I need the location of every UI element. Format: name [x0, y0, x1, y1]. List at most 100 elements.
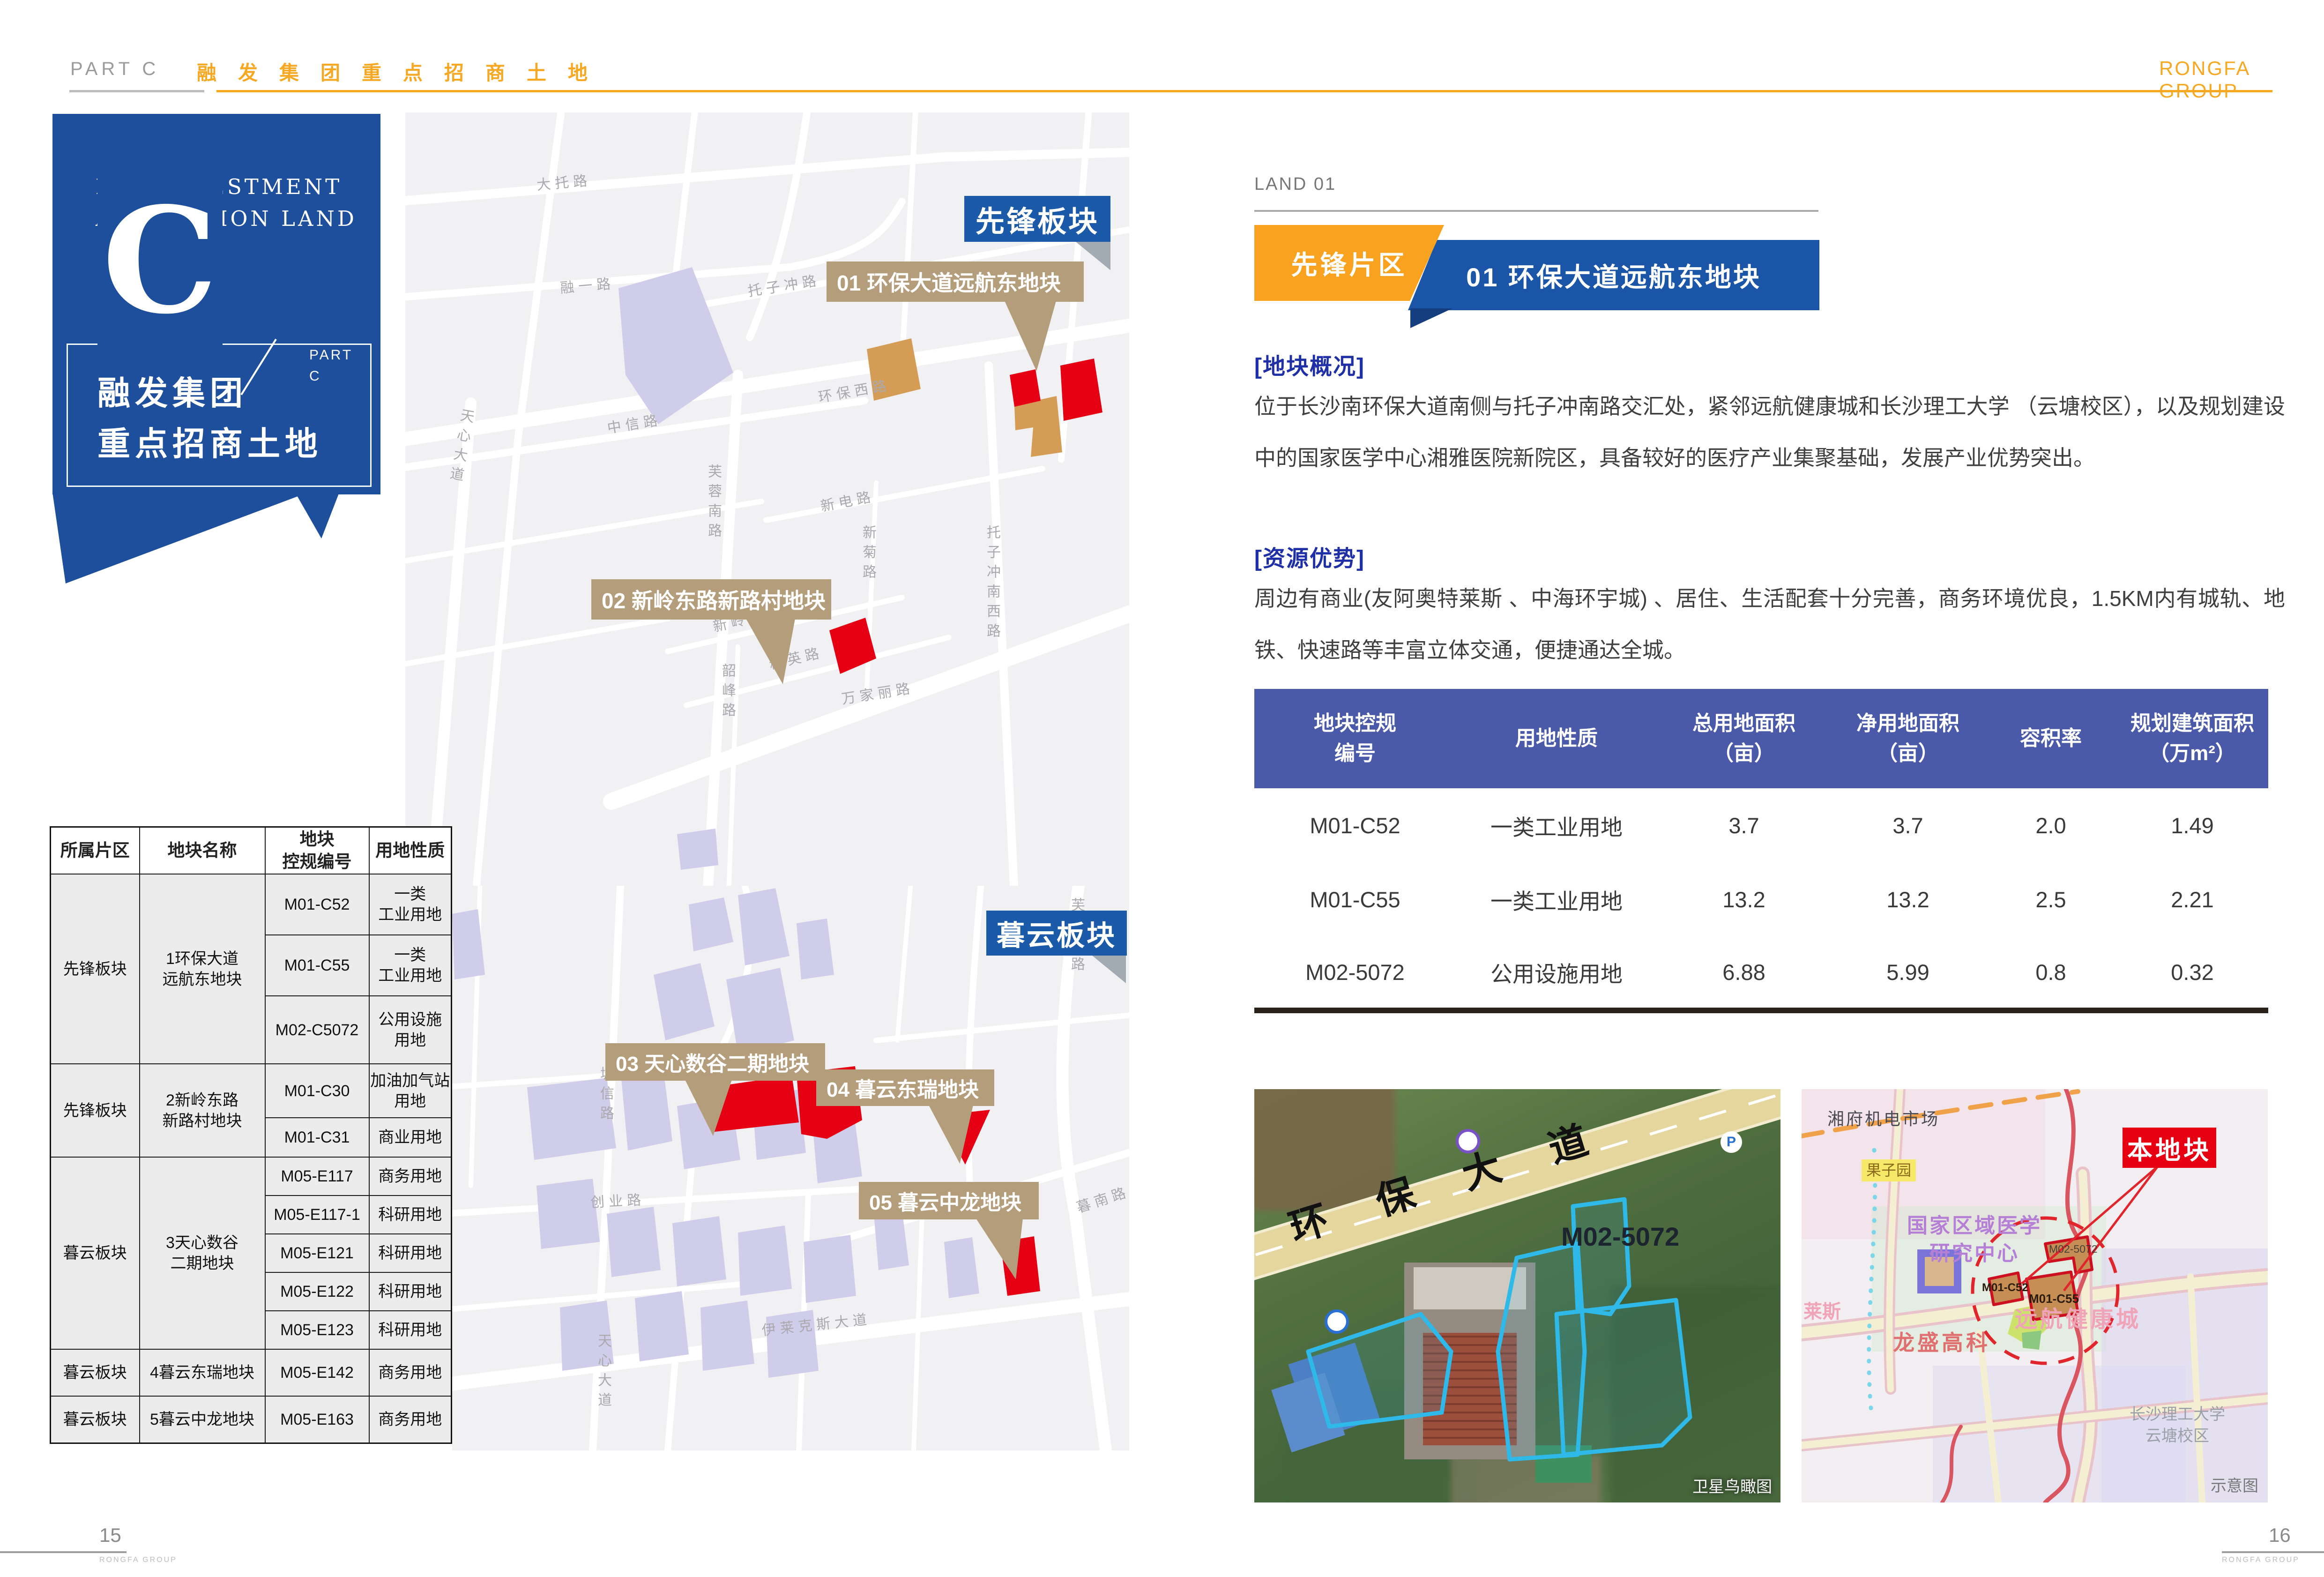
callout-label: 04 暮云东瑞地块 — [827, 1073, 979, 1103]
map-pin-icon — [1325, 1309, 1349, 1334]
table-cell: 2.0 — [1985, 788, 2116, 862]
table-cell: M01-C55 — [265, 935, 369, 996]
satellite-image-panel: 环 保 大 道 M02-5072 P 卫星鸟瞰图 — [1254, 1089, 1780, 1502]
table-cell: 2.5 — [1985, 862, 2116, 936]
table-cell: 公用设施用地 — [1456, 936, 1657, 1010]
schematic-label-medical-center: 国家区域医学 研究中心 — [1907, 1212, 2042, 1268]
table-cell: M02-5072 — [1254, 936, 1456, 1010]
schematic-label-longsheng: 龙盛高科 — [1893, 1328, 1990, 1357]
schematic-label-yuanhang: 远航健康城 — [2015, 1305, 2141, 1335]
table-cell: 5.99 — [1831, 936, 1985, 1010]
region-tag-label: 暮云板块 — [997, 913, 1117, 954]
schematic-label-university: 长沙理工大学 云塘校区 — [2130, 1404, 2225, 1447]
street-label: 创业路 — [590, 1188, 646, 1211]
table-cell: M05-E117 — [265, 1157, 369, 1196]
table-cell: 0.8 — [1985, 936, 2116, 1010]
resource-paragraph: 周边有商业(友阿奥特莱斯 、中海环宇城) 、居住、生活配套十分完善，商务环境优良… — [1254, 573, 2285, 676]
footer-brand-right: RONGFA GROUP — [2222, 1556, 2300, 1564]
cover-part-small: PART C — [309, 344, 353, 387]
table-cell: 科研用地 — [369, 1272, 452, 1311]
table-row: M02-5072 公用设施用地 6.88 5.99 0.8 0.32 — [1254, 936, 2268, 1010]
zone-tag-banner: 先锋片区 — [1254, 225, 1444, 301]
table-cell: 科研用地 — [369, 1196, 452, 1234]
table-cell: 0.32 — [2116, 936, 2268, 1010]
street-label: 韶峰路 — [717, 663, 737, 722]
table-cell: M05-E121 — [265, 1234, 369, 1272]
callout-plot-02: 02 新岭东路新路村地块 — [591, 579, 831, 620]
table-cell: 2新岭东路 新路村地块 — [140, 1064, 265, 1157]
header-part-label: PART C — [70, 59, 159, 80]
col-header: 用地性质 — [1456, 689, 1657, 788]
table-cell: 公用设施 用地 — [369, 996, 452, 1064]
table-row: 暮云板块 4暮云东瑞地块 M05-E142 商务用地 — [51, 1349, 452, 1396]
table-cell: 科研用地 — [369, 1311, 452, 1349]
table-cell: 1环保大道 远航东地块 — [140, 874, 265, 1064]
table-cell: 13.2 — [1657, 862, 1831, 936]
table-row: M01-C52 一类工业用地 3.7 3.7 2.0 1.49 — [1254, 788, 2268, 862]
table-cell: 6.88 — [1657, 936, 1831, 1010]
cover-title-line1: 融发集团 — [97, 367, 247, 414]
table-cell: M01-C52 — [265, 874, 369, 935]
table-cell: 5暮云中龙地块 — [140, 1396, 265, 1443]
footer-rule-left — [0, 1551, 127, 1553]
table-cell: M01-C31 — [265, 1118, 369, 1157]
cover-letter: C — [97, 174, 223, 348]
lower-map-graphic — [452, 886, 1129, 1450]
this-plot-tag: 本地块 — [2123, 1128, 2216, 1168]
schematic-label-orchard: 果子园 — [1862, 1159, 1916, 1181]
table-cell: 13.2 — [1831, 862, 1985, 936]
table-row: 暮云板块 3天心数谷 二期地块 M05-E117 商务用地 — [51, 1157, 452, 1196]
table-row: 暮云板块 5暮云中龙地块 M05-E163 商务用地 — [51, 1396, 452, 1443]
table-cell: 商务用地 — [369, 1157, 452, 1196]
table-cell: 一类工业用地 — [1456, 862, 1657, 936]
brochure-page: PART C 融发集团重点招商土地 RONGFA GROUP KEY INVES… — [0, 0, 2324, 1577]
overview-heading: [地块概况] — [1254, 348, 1365, 381]
col-header: 规划建筑面积 （万m²） — [2116, 689, 2268, 788]
schematic-label-outlet: 莱斯 — [1803, 1299, 1841, 1324]
table-cell: 商业用地 — [369, 1118, 452, 1157]
overview-paragraph: 位于长沙南环保大道南侧与托子冲南路交汇处，紧邻远航健康城和长沙理工大学 （云塘校… — [1254, 381, 2285, 484]
callout-plot-01: 01 环保大道远航东地块 — [827, 262, 1084, 302]
satellite-plot-label: M02-5072 — [1561, 1221, 1679, 1252]
satellite-caption: 卫星鸟瞰图 — [1692, 1474, 1772, 1497]
cover-title-line2: 重点招商土地 — [97, 418, 322, 465]
street-label: 托子冲南西路 — [982, 525, 1002, 643]
col-header: 地块名称 — [140, 827, 265, 874]
table-cell: 商务用地 — [369, 1396, 452, 1443]
col-header: 地块控规 编号 — [1254, 689, 1456, 788]
this-plot-label: 本地块 — [2127, 1129, 2212, 1166]
col-header: 净用地面积 （亩） — [1831, 689, 1985, 788]
footer-brand-left: RONGFA GROUP — [99, 1556, 177, 1564]
table-cell: 商务用地 — [369, 1349, 452, 1396]
header-rule-orange — [216, 90, 2272, 92]
table-cell: 暮云板块 — [51, 1396, 140, 1443]
table-row: M01-C55 一类工业用地 13.2 13.2 2.5 2.21 — [1254, 862, 2268, 936]
table-cell: 一类 工业用地 — [369, 935, 452, 996]
table-cell: M01-C55 — [1254, 862, 1456, 936]
region-tag-xianfeng: 先锋板块 — [964, 196, 1110, 242]
page-number-right: 16 — [2269, 1524, 2291, 1547]
table-cell: M05-E142 — [265, 1349, 369, 1396]
schematic-map-panel: 湘府机电市场 果子园 国家区域医学 研究中心 龙盛高科 远航健康城 莱斯 长沙理… — [1802, 1089, 2268, 1502]
schematic-caption: 示意图 — [2211, 1473, 2258, 1496]
table-row: 先锋板块 2新岭东路 新路村地块 M01-C30 加油加气站 用地 — [51, 1064, 452, 1118]
callout-plot-05: 05 暮云中龙地块 — [859, 1182, 1039, 1219]
plot-title-label: 01 环保大道远航东地块 — [1466, 256, 1761, 294]
lower-map: 城信路 团结路 芙蓉南路 暮南路 创业路 伊莱克斯大道 天心大道 — [452, 886, 1129, 1450]
table-cell: 3天心数谷 二期地块 — [140, 1157, 265, 1349]
table-cell: 先锋板块 — [51, 1064, 140, 1157]
table-cell: 一类工业用地 — [1456, 788, 1657, 862]
callout-plot-03: 03 天心数谷二期地块 — [605, 1043, 825, 1081]
table-cell: 暮云板块 — [51, 1157, 140, 1349]
plot-detail-table: 地块控规 编号 用地性质 总用地面积 （亩） 净用地面积 （亩） 容积率 规划建… — [1254, 689, 2268, 1013]
col-header: 总用地面积 （亩） — [1657, 689, 1831, 788]
col-header: 容积率 — [1985, 689, 2116, 788]
table-cell: M01-C52 — [1254, 788, 1456, 862]
table-cell: 3.7 — [1657, 788, 1831, 862]
table-row: 先锋板块 1环保大道 远航东地块 M01-C52 一类 工业用地 — [51, 874, 452, 935]
table-cell: 4暮云东瑞地块 — [140, 1349, 265, 1396]
table-cell: 科研用地 — [369, 1234, 452, 1272]
table-cell: 3.7 — [1831, 788, 1985, 862]
schematic-plot-label-c52: M01-C52 — [1982, 1280, 2028, 1295]
street-label: 天心大道 — [593, 1333, 613, 1412]
